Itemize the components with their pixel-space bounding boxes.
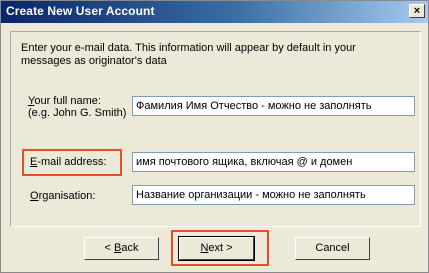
email-input[interactable]: имя почтового ящика, включая @ и домен xyxy=(132,152,415,172)
organisation-input[interactable]: Название организации - можно не заполнят… xyxy=(132,185,415,205)
back-button[interactable]: < Back xyxy=(84,237,159,260)
create-user-dialog: Create New User Account × Enter your e-m… xyxy=(0,0,429,273)
organisation-label-text: rganisation: xyxy=(38,190,96,202)
intro-text: Enter your e-mail data. This information… xyxy=(21,42,401,68)
cancel-button[interactable]: Cancel xyxy=(295,237,370,260)
organisation-accel: O xyxy=(30,190,39,202)
full-name-hint: (e.g. John G. Smith) xyxy=(28,107,127,119)
intro-line-2: messages as originator's data xyxy=(21,55,167,67)
window-title: Create New User Account xyxy=(6,4,155,18)
full-name-input[interactable]: Фамилия Имя Отчество - можно не заполнят… xyxy=(132,96,415,116)
intro-line-1: Enter your e-mail data. This information… xyxy=(21,42,356,54)
back-label: ack xyxy=(121,242,139,254)
full-name-label-text: our full name: xyxy=(34,95,101,107)
organisation-label: Organisation: xyxy=(30,190,95,203)
close-icon[interactable]: × xyxy=(409,4,425,18)
next-button-highlight xyxy=(171,230,269,266)
email-label-highlight xyxy=(22,149,122,176)
back-prefix: < xyxy=(104,242,114,254)
title-bar[interactable]: Create New User Account × xyxy=(1,1,428,23)
